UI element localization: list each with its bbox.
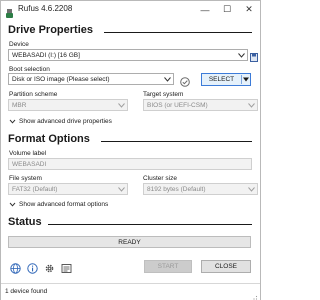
volume-label-input[interactable]: WEBASADI [8, 158, 252, 170]
device-count-status: 1 device found [5, 288, 48, 295]
format-options-divider [101, 141, 252, 142]
maximize-button[interactable]: ☐ [216, 1, 238, 18]
start-button[interactable]: START [144, 260, 192, 273]
file-system-value: FAT32 (Default) [12, 185, 58, 193]
progress-status-text: READY [118, 238, 141, 246]
boot-selection-value: Disk or ISO image (Please select) [12, 75, 110, 83]
drive-properties-divider [104, 32, 252, 33]
chevron-down-icon [164, 77, 171, 82]
partition-scheme-value: MBR [12, 101, 27, 109]
window-title: Rufus 4.6.2208 [18, 4, 73, 13]
file-system-label: File system [9, 175, 42, 182]
chevron-down-icon [9, 118, 16, 125]
drive-properties-heading: Drive Properties [8, 24, 93, 36]
globe-icon[interactable] [10, 261, 21, 274]
usb-app-icon [5, 5, 14, 18]
status-heading: Status [8, 216, 42, 228]
target-system-select[interactable]: BIOS (or UEFI-CSM) [143, 99, 258, 111]
show-advanced-drive-properties-label: Show advanced drive properties [19, 118, 112, 125]
partition-scheme-select[interactable]: MBR [8, 99, 128, 111]
chevron-down-icon [118, 103, 125, 108]
info-icon[interactable] [27, 261, 38, 274]
status-divider [48, 224, 252, 225]
select-dropdown-arrow-icon[interactable] [243, 77, 249, 82]
show-advanced-drive-properties-toggle[interactable]: Show advanced drive properties [9, 118, 112, 125]
boot-selection-select[interactable]: Disk or ISO image (Please select) [8, 73, 174, 85]
chevron-down-icon [9, 201, 16, 208]
cluster-size-select[interactable]: 8192 bytes (Default) [143, 183, 258, 195]
select-button-label: SELECT [208, 76, 235, 83]
device-label: Device [9, 41, 29, 48]
chevron-down-icon [248, 187, 255, 192]
format-options-heading: Format Options [8, 133, 90, 145]
close-window-button[interactable]: ✕ [238, 1, 260, 18]
partition-scheme-label: Partition scheme [9, 91, 58, 98]
rufus-window: Rufus 4.6.2208 — ☐ ✕ Drive Properties De… [0, 0, 261, 300]
target-system-label: Target system [143, 91, 184, 98]
show-advanced-format-options-label: Show advanced format options [19, 201, 109, 208]
title-bar: Rufus 4.6.2208 — ☐ ✕ [1, 1, 260, 18]
show-advanced-format-options-toggle[interactable]: Show advanced format options [9, 201, 108, 208]
volume-label-label: Volume label [9, 150, 47, 157]
chevron-down-icon [238, 53, 245, 58]
cluster-size-label: Cluster size [143, 175, 177, 182]
target-system-value: BIOS (or UEFI-CSM) [147, 101, 208, 109]
settings-icon[interactable] [44, 261, 55, 273]
device-select[interactable]: WEBASADI (I:) [16 GB] [8, 49, 248, 61]
save-drive-list-icon[interactable] [250, 49, 258, 62]
resize-grip-icon[interactable] [250, 290, 258, 300]
verify-checksum-icon[interactable] [180, 74, 190, 87]
chevron-down-icon [118, 187, 125, 192]
file-system-select[interactable]: FAT32 (Default) [8, 183, 128, 195]
cluster-size-value: 8192 bytes (Default) [147, 185, 206, 193]
minimize-button[interactable]: — [194, 1, 216, 18]
progress-bar: READY [8, 236, 251, 248]
close-button[interactable]: CLOSE [201, 260, 251, 273]
select-button[interactable]: SELECT [201, 73, 251, 86]
boot-selection-label: Boot selection [9, 66, 50, 73]
status-bar: 1 device found [1, 283, 260, 300]
volume-label-value: WEBASADI [12, 160, 47, 168]
log-icon[interactable] [61, 261, 72, 273]
device-value: WEBASADI (I:) [16 GB] [12, 51, 80, 59]
chevron-down-icon [248, 103, 255, 108]
select-split-divider [241, 75, 242, 84]
